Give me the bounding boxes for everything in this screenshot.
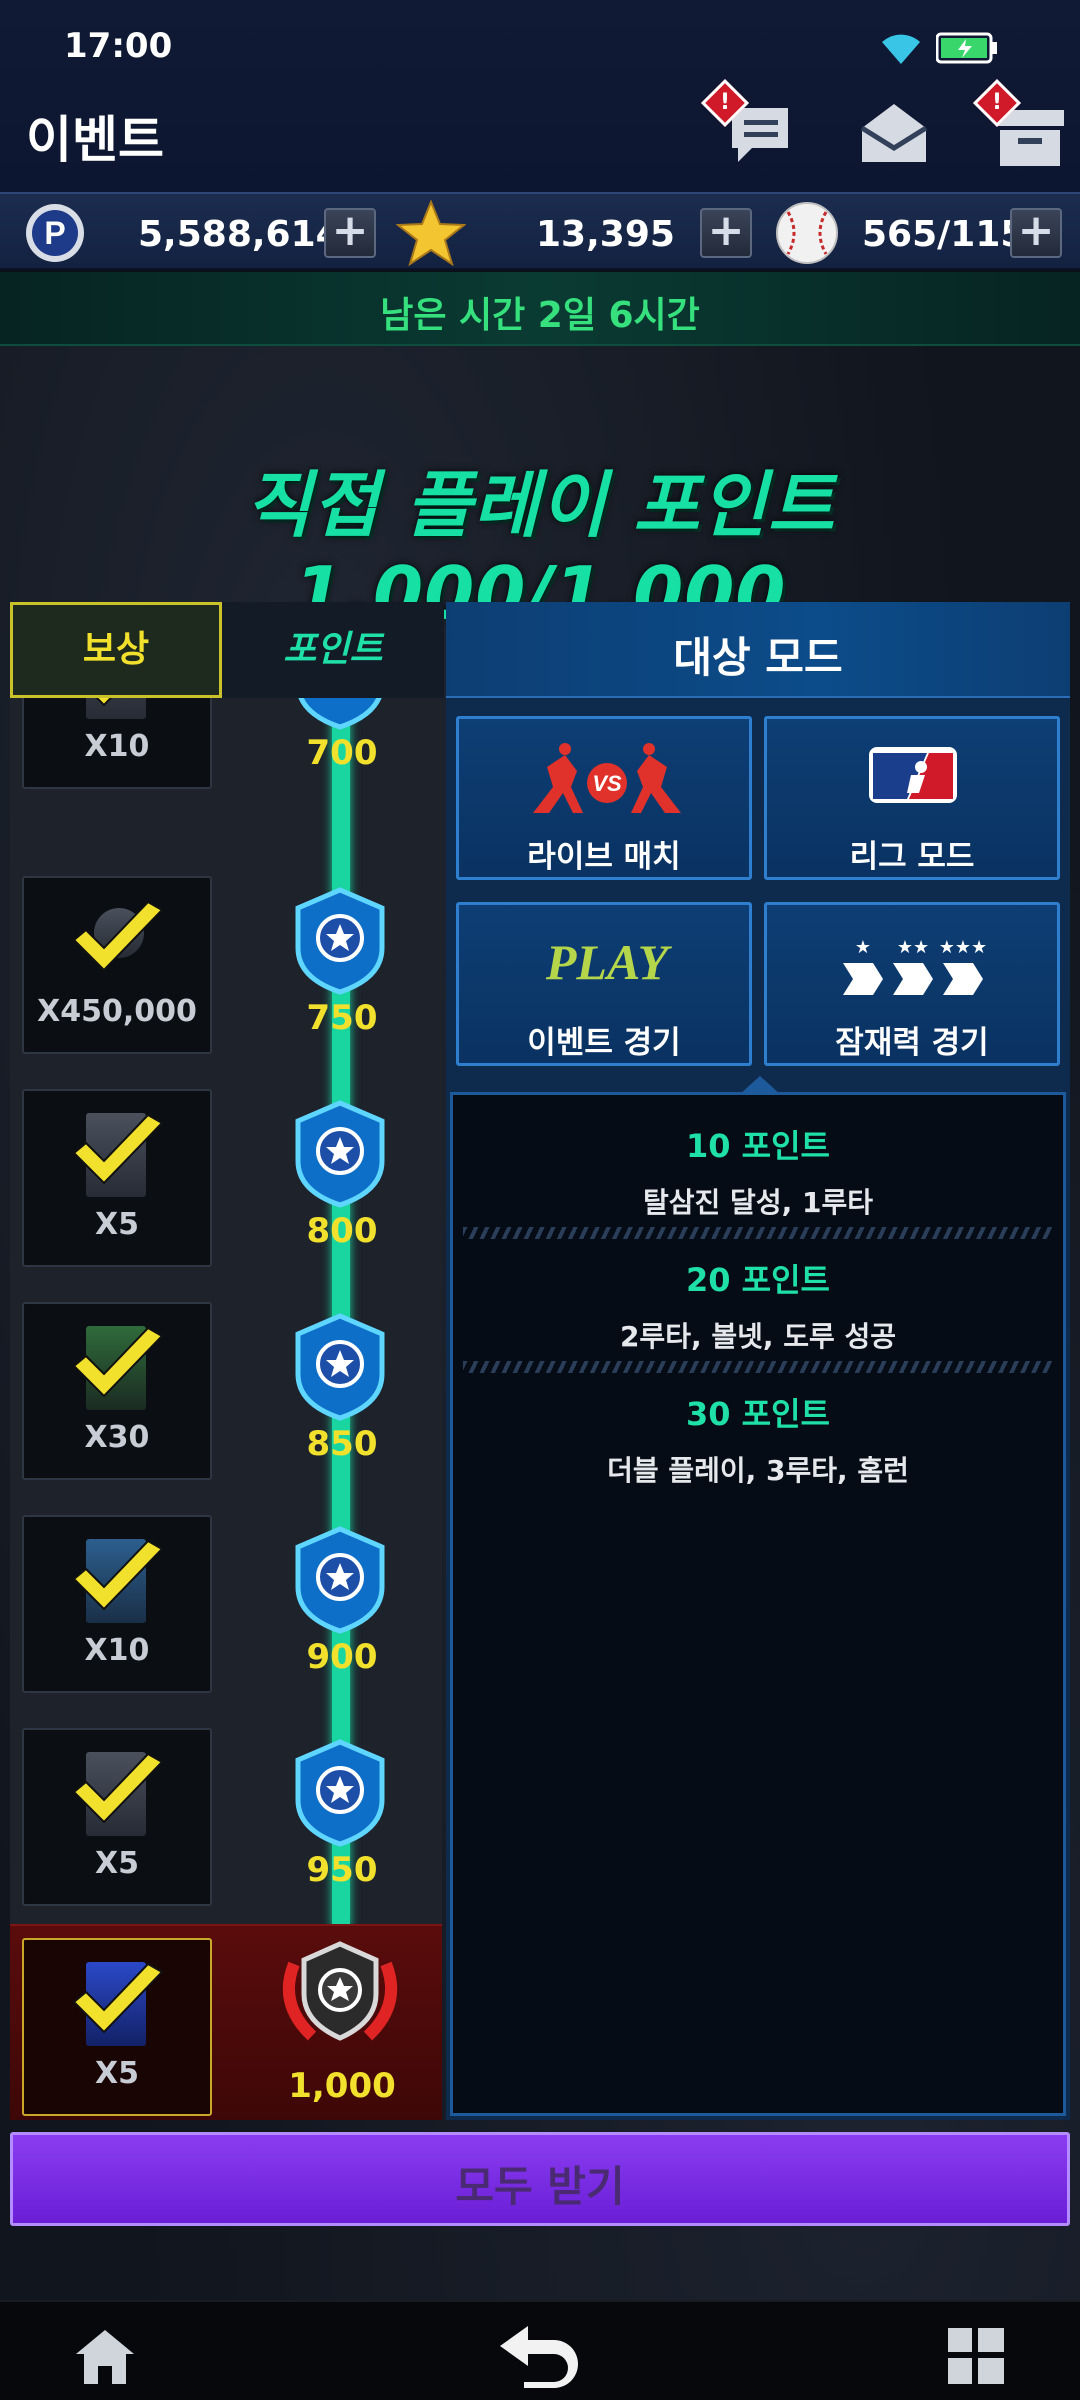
remaining-time-banner: 남은 시간 2일 6시간 [0,272,1080,346]
rule-title: 20 포인트 [686,1261,830,1299]
battery-icon [936,32,997,64]
check-icon [95,698,113,707]
back-icon[interactable] [494,2320,586,2390]
baseball-icon [776,202,838,264]
shield-badge-icon [295,1313,385,1421]
reward-quantity: X5 [94,1207,139,1242]
reward-quantity: X5 [94,2056,139,2091]
reward-quantity: X30 [84,1420,150,1455]
reward-quantity: X5 [94,1846,139,1881]
point-coin-icon: P [26,204,84,262]
mode-label: 이벤트 경기 [527,1025,681,1061]
target-mode-title: 대상 모드 [673,633,843,682]
versus-icon: VS [533,743,681,813]
play-logo-text: PLAY [545,935,673,990]
mode-potential-game[interactable]: ★ ★★ ★★★ 잠재력 경기 [764,902,1060,1066]
mode-label: 리그 모드 [849,839,975,875]
reward-points: 850 [306,1424,378,1464]
check-icon [72,1326,164,1398]
tab-points[interactable]: 포인트 [222,602,444,698]
reward-row: X10 700 [10,698,442,824]
svg-text:P: P [44,215,65,251]
laurel-badge-icon [282,1941,398,2041]
currency-bar: P 5,588,614 + 13,395 + 565/115 + [0,192,1080,270]
mode-label: 라이브 매치 [527,839,681,875]
system-nav-bar [0,2300,1080,2400]
check-icon [72,900,164,972]
reward-points: 1,000 [288,2066,396,2106]
rule-title: 30 포인트 [686,1395,830,1433]
mode-live-match[interactable]: VS 라이브 매치 [456,716,752,880]
page-title: 이벤트 [26,111,164,169]
point-rules-box: 10 포인트 탈삼진 달성, 1루타 20 포인트 2루타, 볼넷, 도루 성공… [450,1092,1066,2116]
reward-card[interactable]: X450,000 [22,876,212,1054]
shield-badge-icon [295,887,385,995]
remaining-time-text: 남은 시간 2일 6시간 [380,295,700,336]
svg-text:VS: VS [592,771,622,796]
reward-points: 700 [306,733,378,773]
reward-row: X30 850 [10,1302,442,1515]
reward-points: 800 [306,1211,378,1251]
shield-badge-icon [298,698,382,730]
reward-points: 900 [306,1637,378,1677]
rule-description: 2루타, 볼넷, 도루 성공 [619,1320,897,1353]
rule-title: 10 포인트 [686,1127,830,1165]
mode-event-game[interactable]: PLAY 이벤트 경기 [456,902,752,1066]
reward-card[interactable]: X10 [22,1515,212,1693]
stars-value: 13,395 [536,214,675,255]
reward-list[interactable]: X10 700 X450,000 750 X5 800 X30 850 X10 … [10,698,442,2120]
check-icon [72,1752,164,1824]
target-mode-header: 대상 모드 [446,602,1070,698]
menu-grid-icon[interactable] [946,2326,1006,2386]
reward-card[interactable]: X5 [22,1938,212,2116]
shield-badge-icon [295,1100,385,1208]
claim-all-label: 모두 받기 [455,2162,625,2211]
reward-card[interactable]: X5 [22,1728,212,1906]
svg-text:★: ★ [855,937,871,958]
final-reward-row: X5 1,000 [10,1924,442,2120]
add-stars-button[interactable]: + [700,208,752,258]
points-value: 5,588,614 [138,214,341,255]
rule-description: 탈삼진 달성, 1루타 [643,1186,873,1219]
check-icon [72,1113,164,1185]
home-icon[interactable] [72,2326,138,2386]
check-icon [72,1539,164,1611]
balls-value: 565/115 [862,214,1026,255]
mlb-logo-icon [869,747,957,803]
reward-points: 950 [306,1850,378,1890]
add-points-button[interactable]: + [324,208,376,258]
shield-badge-icon [295,1739,385,1847]
star-icon [396,200,466,266]
reward-row: X10 900 [10,1515,442,1728]
svg-text:★★★: ★★★ [939,937,987,958]
reward-quantity: X450,000 [37,994,197,1029]
mode-label: 잠재력 경기 [835,1025,989,1061]
status-time: 17:00 [64,26,173,66]
add-balls-button[interactable]: + [1010,208,1062,258]
rule-description: 더블 플레이, 3루타, 홈런 [607,1454,909,1487]
reward-card[interactable]: X10 [22,698,212,789]
reward-card[interactable]: X5 [22,1089,212,1267]
claim-all-button[interactable]: 모두 받기 [10,2132,1070,2226]
star-chevrons-icon: ★ ★★ ★★★ [843,937,987,995]
divider [463,1227,1053,1239]
wifi-icon [882,34,920,64]
reward-row: X5 800 [10,1089,442,1302]
svg-text:★★: ★★ [897,937,929,958]
reward-quantity: X10 [84,1633,150,1668]
mode-league[interactable]: 리그 모드 [764,716,1060,880]
reward-card[interactable]: X30 [22,1302,212,1480]
shield-badge-icon [295,1526,385,1634]
reward-row: X5 950 [10,1728,442,1941]
reward-quantity: X10 [84,729,150,764]
reward-points: 750 [306,998,378,1038]
play-logo-icon: PLAY [545,935,673,990]
divider [463,1361,1053,1373]
mail-icon[interactable] [854,92,934,172]
check-icon [72,1962,164,2034]
tab-reward[interactable]: 보상 [10,602,222,698]
reward-row: X450,000 750 [10,876,442,1089]
